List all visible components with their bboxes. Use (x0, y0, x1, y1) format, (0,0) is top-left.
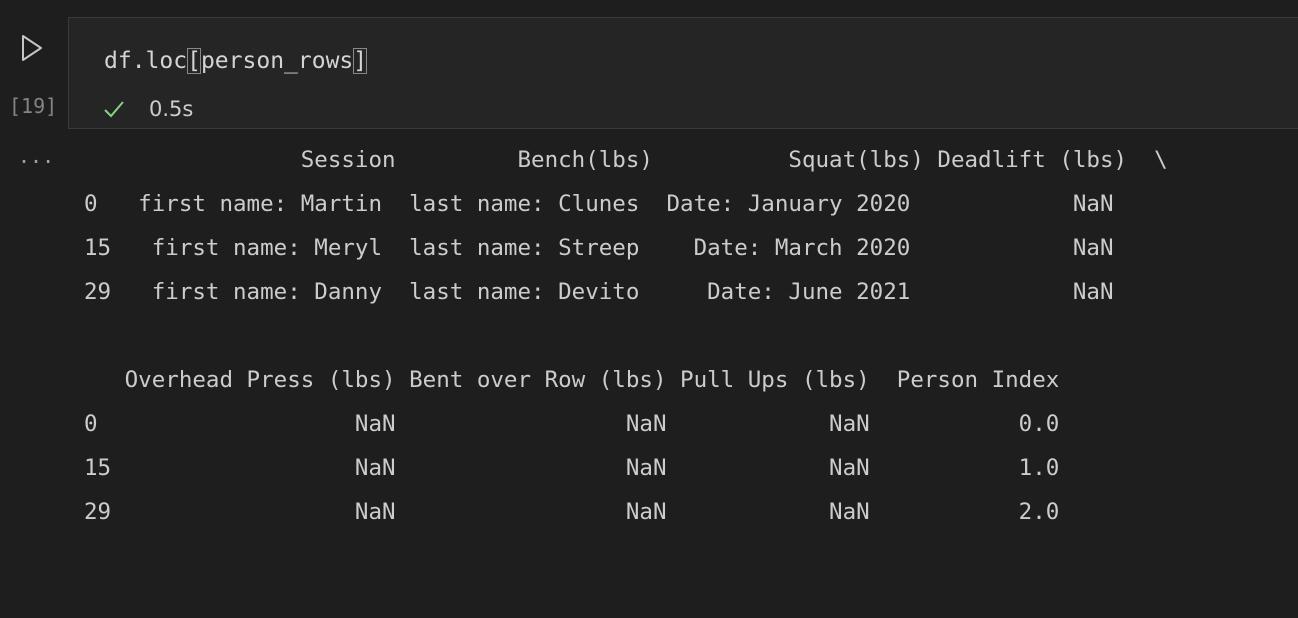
code-line[interactable]: df.loc[person_rows] (104, 46, 368, 76)
code-close-bracket: ] (353, 48, 368, 74)
code-argument: person_rows (200, 48, 354, 74)
output-line: Overhead Press (lbs) Bent over Row (lbs)… (84, 367, 1060, 393)
execution-time: 0.5s (149, 97, 194, 121)
output-line: 0 NaN NaN NaN 0.0 (84, 411, 1060, 437)
checkmark-icon (104, 101, 124, 118)
execution-count: [19] (9, 94, 58, 118)
output-line: 15 first name: Meryl last name: Streep D… (84, 235, 1114, 261)
output-line: Session Bench(lbs) Squat(lbs) Deadlift (… (84, 147, 1168, 173)
run-cell-button[interactable] (18, 32, 46, 64)
cell-output: Session Bench(lbs) Squat(lbs) Deadlift (… (84, 138, 1168, 534)
output-line: 0 first name: Martin last name: Clunes D… (84, 191, 1114, 217)
code-prefix: df.loc (104, 48, 188, 74)
execution-status: 0.5s (103, 94, 193, 124)
output-line: 29 NaN NaN NaN 2.0 (84, 499, 1060, 525)
code-open-bracket: [ (187, 48, 201, 74)
output-more-actions[interactable]: ... (18, 144, 54, 168)
output-line: 29 first name: Danny last name: Devito D… (84, 279, 1114, 305)
play-icon (22, 35, 42, 61)
output-line: 15 NaN NaN NaN 1.0 (84, 455, 1060, 481)
code-cell-input[interactable]: df.loc[person_rows] 0.5s (68, 17, 1298, 129)
